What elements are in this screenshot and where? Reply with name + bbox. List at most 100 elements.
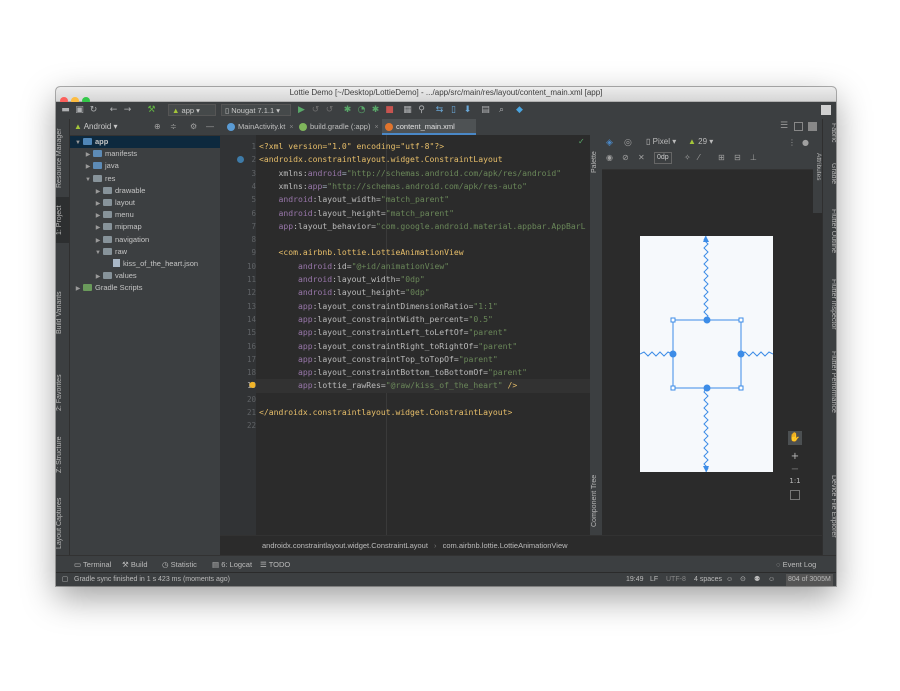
layers-icon[interactable]: ◈: [606, 138, 613, 148]
structure-tab[interactable]: Z: Structure: [56, 431, 69, 479]
code-line[interactable]: app:layout_constraintWidth_percent="0.5": [259, 313, 493, 326]
search-icon[interactable]: ⚲: [416, 105, 427, 116]
make-project-icon[interactable]: ⚒: [146, 105, 157, 116]
gradle-tab[interactable]: Gradle: [824, 163, 836, 197]
collapsed-arrow-icon[interactable]: ▶: [94, 271, 102, 283]
back-icon[interactable]: ←: [108, 105, 119, 116]
info-icon[interactable]: ●: [802, 138, 809, 147]
expanded-arrow-icon[interactable]: ▼: [94, 247, 102, 259]
project-tab[interactable]: 1: Project: [56, 197, 69, 243]
apply-code-icon[interactable]: ↺: [324, 105, 335, 116]
tree-item[interactable]: ▶ layout: [70, 197, 220, 209]
tree-item[interactable]: ▶ mipmap: [70, 221, 220, 233]
coverage-icon[interactable]: ▦: [402, 105, 413, 116]
align-icon[interactable]: ⊟: [734, 153, 741, 162]
attach-debugger-icon[interactable]: ✱: [370, 105, 381, 116]
code-line[interactable]: <androidx.constraintlayout.widget.Constr…: [259, 153, 503, 166]
layout-captures-tab[interactable]: Layout Captures: [56, 495, 69, 551]
code-line[interactable]: android:layout_width="match_parent": [259, 193, 450, 206]
tree-item[interactable]: ▶ menu: [70, 209, 220, 221]
tree-item[interactable]: ▼ res: [70, 173, 220, 185]
close-tab-icon[interactable]: ×: [289, 124, 293, 131]
code-line[interactable]: android:layout_height="0dp": [259, 286, 430, 299]
tree-item[interactable]: ▼ raw: [70, 246, 220, 258]
code-line[interactable]: android:id="@+id/animationView": [259, 260, 449, 273]
open-folder-icon[interactable]: ▬: [60, 105, 71, 116]
tree-item[interactable]: ▶ java: [70, 160, 220, 172]
build-variants-tab[interactable]: Build Variants: [56, 283, 69, 343]
sdk-manager-icon[interactable]: ⬇: [462, 105, 473, 116]
module-selector[interactable]: ▲ app ▾: [168, 104, 216, 116]
code-line[interactable]: <com.airbnb.lottie.LottieAnimationView: [259, 246, 463, 259]
statistic-tab[interactable]: ◷ Statistic: [162, 556, 197, 573]
infer-constraints-icon[interactable]: ✧: [684, 153, 691, 162]
debug-icon[interactable]: ✱: [342, 105, 353, 116]
todo-tab[interactable]: ☰ TODO: [260, 556, 290, 573]
breadcrumb-item[interactable]: androidx.constraintlayout.widget.Constra…: [262, 541, 428, 550]
expanded-arrow-icon[interactable]: ▼: [74, 137, 82, 149]
collapsed-arrow-icon[interactable]: ▶: [94, 235, 102, 247]
tree-item[interactable]: ▼ app: [70, 136, 220, 148]
autoconnect-icon[interactable]: ⊘: [622, 153, 629, 162]
zoom-ratio-button[interactable]: 1:1: [788, 477, 802, 485]
search-everywhere-icon[interactable]: ⌕: [496, 105, 507, 116]
file-encoding[interactable]: UTF-8: [666, 573, 686, 586]
status-toggle-icon[interactable]: ▢: [59, 573, 71, 586]
zoom-in-icon[interactable]: +: [788, 451, 802, 462]
tree-item[interactable]: ▶ manifests: [70, 148, 220, 160]
zoom-out-icon[interactable]: −: [788, 464, 802, 475]
code-line[interactable]: app:layout_constraintTop_toTopOf="parent…: [259, 353, 498, 366]
face-icon-2[interactable]: ☺: [768, 573, 775, 586]
code-line[interactable]: app:layout_constraintRight_toRightOf="pa…: [259, 340, 517, 353]
tree-item[interactable]: kiss_of_the_heart.json: [70, 258, 220, 270]
lightbulb-icon[interactable]: ●: [249, 380, 256, 389]
no-problems-icon[interactable]: ✓: [578, 137, 585, 146]
code-editor[interactable]: <?xml version="1.0" encoding="utf-8"?> <a…: [256, 135, 590, 535]
status-message[interactable]: Gradle sync finished in 1 s 423 ms (mome…: [74, 573, 230, 586]
locate-icon[interactable]: ⊕: [154, 119, 161, 135]
gear-icon[interactable]: ⚙: [190, 119, 197, 135]
pan-icon[interactable]: ✋: [788, 431, 802, 445]
show-icon[interactable]: ◉: [606, 153, 613, 162]
layout-inspector-icon[interactable]: ▤: [480, 105, 491, 116]
attributes-tab[interactable]: Attributes: [813, 153, 822, 213]
tree-item[interactable]: ▶ Gradle Scripts: [70, 282, 220, 294]
collapsed-arrow-icon[interactable]: ▶: [94, 186, 102, 198]
clear-constraints-icon[interactable]: ✕: [638, 153, 645, 162]
avd-manager-icon[interactable]: ▯: [448, 105, 459, 116]
save-icon[interactable]: ▣: [74, 105, 85, 116]
magic-wand-icon[interactable]: ⁄: [698, 153, 699, 162]
caret-position[interactable]: 19:49: [626, 573, 644, 586]
lock-icon[interactable]: ⊙: [740, 573, 746, 586]
code-line[interactable]: app:layout_constraintDimensionRatio="1:1…: [259, 300, 498, 313]
collapsed-arrow-icon[interactable]: ▶: [84, 149, 92, 161]
design-view-icon[interactable]: [808, 122, 817, 131]
code-line[interactable]: app:layout_behavior="com.google.android.…: [259, 220, 586, 233]
code-line[interactable]: xmlns:android="http://schemas.android.co…: [259, 167, 561, 180]
collapsed-arrow-icon[interactable]: ▶: [74, 283, 82, 295]
code-line[interactable]: <?xml version="1.0" encoding="utf-8"?>: [259, 140, 444, 153]
user-avatar-icon[interactable]: [821, 105, 831, 115]
breadcrumb-item[interactable]: com.airbnb.lottie.LottieAnimationView: [443, 541, 568, 550]
code-line[interactable]: app:layout_constraintLeft_toLeftOf="pare…: [259, 326, 508, 339]
face-icon[interactable]: ☺: [726, 573, 733, 586]
editor-tab[interactable]: build.gradle (:app) ×: [296, 119, 380, 135]
hector-icon[interactable]: ⚉: [754, 573, 760, 586]
flutter-outline-tab[interactable]: Flutter Outline: [824, 209, 836, 265]
pack-icon[interactable]: ⊞: [718, 153, 725, 162]
line-separator[interactable]: LF: [650, 573, 658, 586]
tree-item[interactable]: ▶ drawable: [70, 185, 220, 197]
code-line[interactable]: app:layout_constraintBottom_toBottomOf="…: [259, 366, 527, 379]
sync-gradle-icon[interactable]: ⇆: [434, 105, 445, 116]
warnings-icon[interactable]: ⋮: [788, 138, 796, 147]
apply-changes-icon[interactable]: ↺: [310, 105, 321, 116]
expanded-arrow-icon[interactable]: ▼: [84, 174, 92, 186]
project-view-selector[interactable]: Android ▾: [84, 122, 118, 131]
api-dropdown[interactable]: ▲ 29 ▾: [688, 137, 713, 146]
tree-item[interactable]: ▶ navigation: [70, 234, 220, 246]
split-view-icon[interactable]: [794, 122, 803, 131]
night-mode-icon[interactable]: ◎: [624, 138, 632, 148]
default-margin-input[interactable]: 0dp: [654, 152, 672, 164]
editor-tab[interactable]: MainActivity.kt ×: [224, 119, 294, 135]
build-tab[interactable]: ⚒ Build: [122, 556, 148, 573]
